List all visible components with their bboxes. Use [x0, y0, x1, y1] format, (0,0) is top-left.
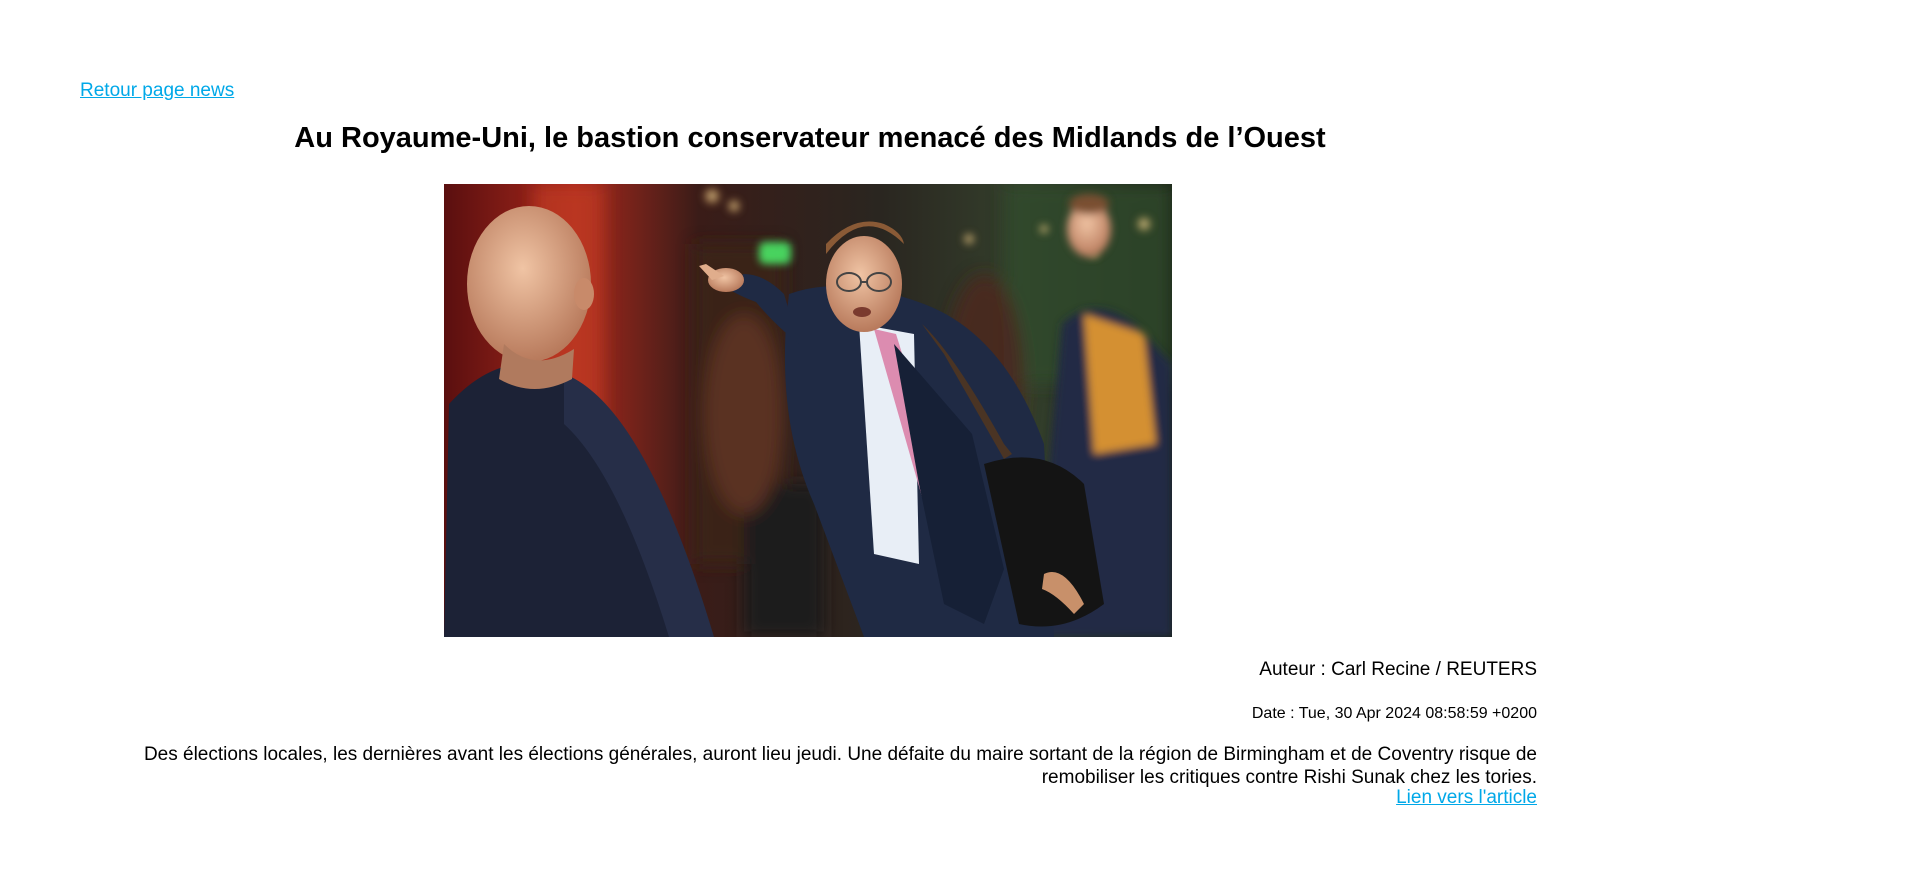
article-summary: Des élections locales, les dernières ava…	[143, 744, 1537, 788]
article-link[interactable]: Lien vers l'article	[1396, 787, 1537, 809]
article-photo-illustration	[444, 184, 1172, 637]
article-author: Auteur : Carl Recine / REUTERS	[1259, 659, 1537, 680]
article-title: Au Royaume-Uni, le bastion conservateur …	[294, 122, 1326, 154]
article-date: Date : Tue, 30 Apr 2024 08:58:59 +0200	[1251, 705, 1537, 722]
article-photo	[444, 184, 1172, 637]
back-to-news-link[interactable]: Retour page news	[80, 80, 234, 102]
